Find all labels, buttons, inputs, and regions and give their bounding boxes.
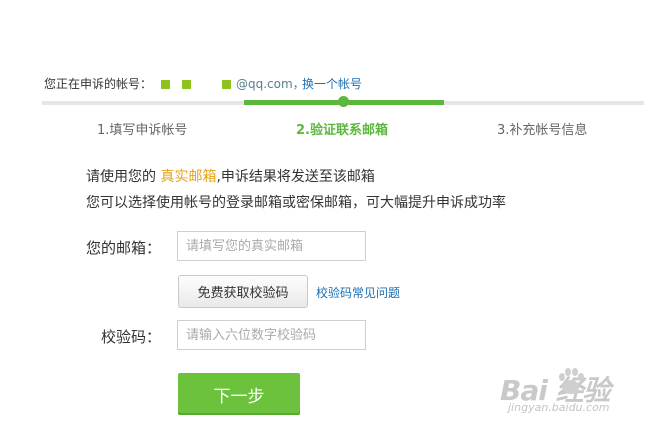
step-2-label: 2.验证联系邮箱: [296, 123, 388, 138]
masked-account-block: [161, 80, 170, 89]
step-3-label: 3.补充帐号信息: [497, 123, 588, 138]
paw-icon: [559, 368, 584, 394]
masked-account-block: [222, 80, 231, 89]
code-faq-link[interactable]: 校验码常见问题: [316, 284, 400, 301]
account-prefix-label: 您正在申诉的帐号：: [44, 77, 153, 91]
code-input[interactable]: [177, 320, 366, 350]
switch-account-link[interactable]: 换一个帐号: [302, 75, 362, 92]
intro-line-1-pre: 请使用您的: [86, 169, 161, 185]
get-code-button[interactable]: 免费获取校验码: [178, 275, 308, 308]
next-step-button[interactable]: 下一步: [178, 373, 300, 415]
email-input[interactable]: [177, 231, 366, 261]
progress-current-dot: [338, 96, 349, 107]
code-label: 校验码：: [101, 328, 162, 346]
watermark-site: jingyan.baidu.com: [508, 401, 610, 414]
intro-line-2: 您可以选择使用帐号的登录邮箱或密保邮箱，可大幅提升申诉成功率: [86, 195, 506, 211]
intro-line-1: 请使用您的 真实邮箱,申诉结果将发送至该邮箱: [86, 166, 375, 186]
step-1-label: 1.填写申诉帐号: [97, 123, 188, 138]
intro-line-1-post: ,申诉结果将发送至该邮箱: [216, 169, 375, 185]
intro-highlight: 真实邮箱: [160, 169, 217, 185]
email-label: 您的邮箱：: [86, 239, 162, 257]
account-domain-suffix: @qq.com，: [236, 77, 305, 91]
masked-account-block: [182, 80, 191, 89]
